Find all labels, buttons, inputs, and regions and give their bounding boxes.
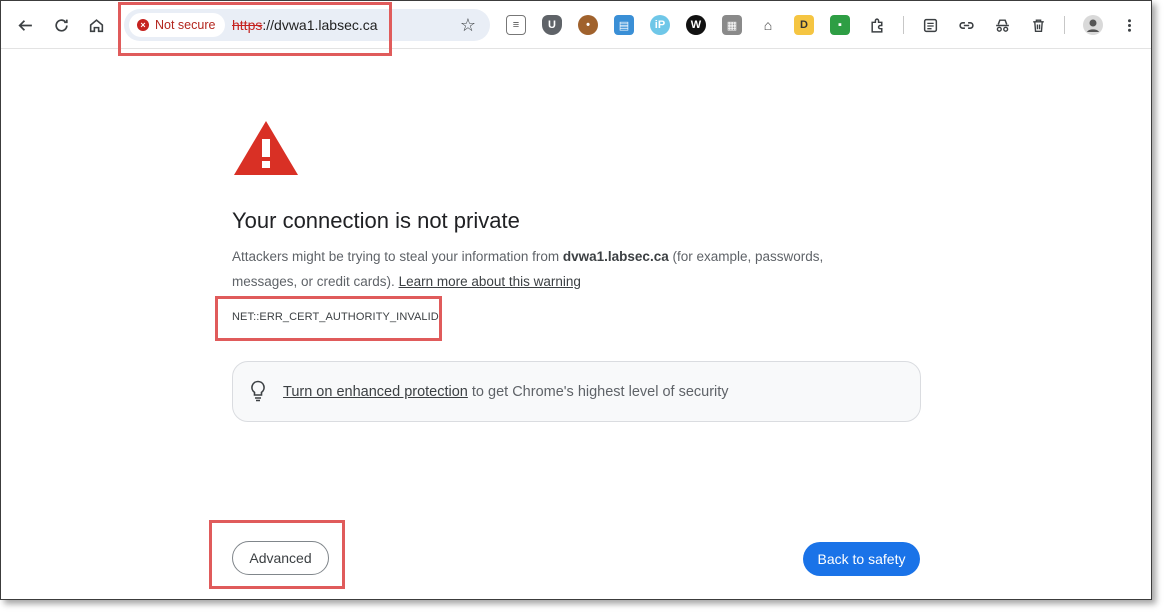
url-scheme: https bbox=[232, 17, 263, 33]
description-prefix: Attackers might be trying to steal your … bbox=[232, 249, 563, 264]
kebab-icon-glyph bbox=[1127, 18, 1131, 32]
address-bar[interactable]: × Not secure https://dvwa1.labsec.ca ☆ bbox=[124, 9, 490, 41]
reader-mode-icon[interactable]: ≡ bbox=[506, 15, 526, 35]
ublock-shield-icon[interactable]: U bbox=[542, 15, 562, 35]
enhanced-protection-banner: Turn on enhanced protection to get Chrom… bbox=[232, 361, 921, 422]
cookie-icon[interactable]: • bbox=[578, 15, 598, 35]
browser-toolbar: × Not secure https://dvwa1.labsec.ca ☆ ≡… bbox=[1, 1, 1151, 49]
enhanced-protection-link[interactable]: Turn on enhanced protection bbox=[283, 384, 468, 400]
hat-extension-icon[interactable]: ⌂ bbox=[758, 15, 778, 35]
avatar-icon bbox=[1083, 15, 1103, 35]
menu-kebab-icon[interactable] bbox=[1114, 10, 1144, 40]
enhanced-protection-suffix: to get Chrome's highest level of securit… bbox=[467, 384, 729, 400]
description-domain: dvwa1.labsec.ca bbox=[562, 249, 669, 264]
not-secure-icon: × bbox=[137, 19, 149, 31]
reading-list-icon[interactable] bbox=[915, 10, 945, 40]
enhanced-protection-text: Turn on enhanced protection to get Chrom… bbox=[283, 384, 729, 400]
lightbulb-icon bbox=[251, 380, 265, 402]
trash-icon[interactable] bbox=[1023, 10, 1053, 40]
home-icon[interactable] bbox=[81, 10, 111, 40]
link-icon[interactable] bbox=[951, 10, 981, 40]
wappalyzer-icon[interactable]: W bbox=[686, 15, 706, 35]
profile-avatar[interactable] bbox=[1078, 10, 1108, 40]
back-to-safety-button[interactable]: Back to safety bbox=[803, 542, 920, 576]
ip-extension-icon[interactable]: iP bbox=[650, 15, 670, 35]
puzzle-icon-glyph bbox=[870, 17, 882, 33]
advanced-button[interactable]: Advanced bbox=[232, 541, 329, 575]
grid-extension-icon[interactable]: ▦ bbox=[722, 15, 742, 35]
url-text[interactable]: https://dvwa1.labsec.ca bbox=[232, 17, 378, 33]
toolbar-divider bbox=[1064, 16, 1065, 34]
warning-description: Attackers might be trying to steal your … bbox=[232, 244, 872, 294]
learn-more-link[interactable]: Learn more about this warning bbox=[399, 274, 581, 289]
reload-icon-glyph bbox=[54, 18, 68, 32]
incognito-icon-glyph bbox=[995, 18, 1009, 32]
trash-icon-glyph bbox=[1032, 18, 1044, 32]
bookmark-star-icon[interactable]: ☆ bbox=[460, 15, 476, 36]
back-arrow-icon-glyph bbox=[17, 19, 32, 31]
browser-window: × Not secure https://dvwa1.labsec.ca ☆ ≡… bbox=[0, 0, 1152, 600]
home-icon-glyph bbox=[89, 18, 103, 32]
reading-list-icon-glyph bbox=[923, 18, 937, 32]
incognito-icon[interactable] bbox=[987, 10, 1017, 40]
link-icon-glyph bbox=[958, 21, 974, 29]
warning-triangle-icon bbox=[234, 121, 298, 175]
error-code[interactable]: NET::ERR_CERT_AUTHORITY_INVALID bbox=[232, 311, 439, 323]
security-chip-label: Not secure bbox=[155, 18, 216, 32]
url-host: ://dvwa1.labsec.ca bbox=[262, 17, 378, 33]
extensions-puzzle-icon[interactable] bbox=[862, 10, 892, 40]
toolbar-divider bbox=[903, 16, 904, 34]
document-extension-icon[interactable]: D bbox=[794, 15, 814, 35]
printer-extension-icon[interactable]: ▤ bbox=[614, 15, 634, 35]
security-chip[interactable]: × Not secure bbox=[129, 13, 226, 37]
page-title: Your connection is not private bbox=[232, 208, 520, 233]
back-arrow-icon[interactable] bbox=[10, 10, 40, 40]
reload-icon[interactable] bbox=[46, 10, 76, 40]
robot-extension-icon[interactable]: ▪ bbox=[830, 15, 850, 35]
